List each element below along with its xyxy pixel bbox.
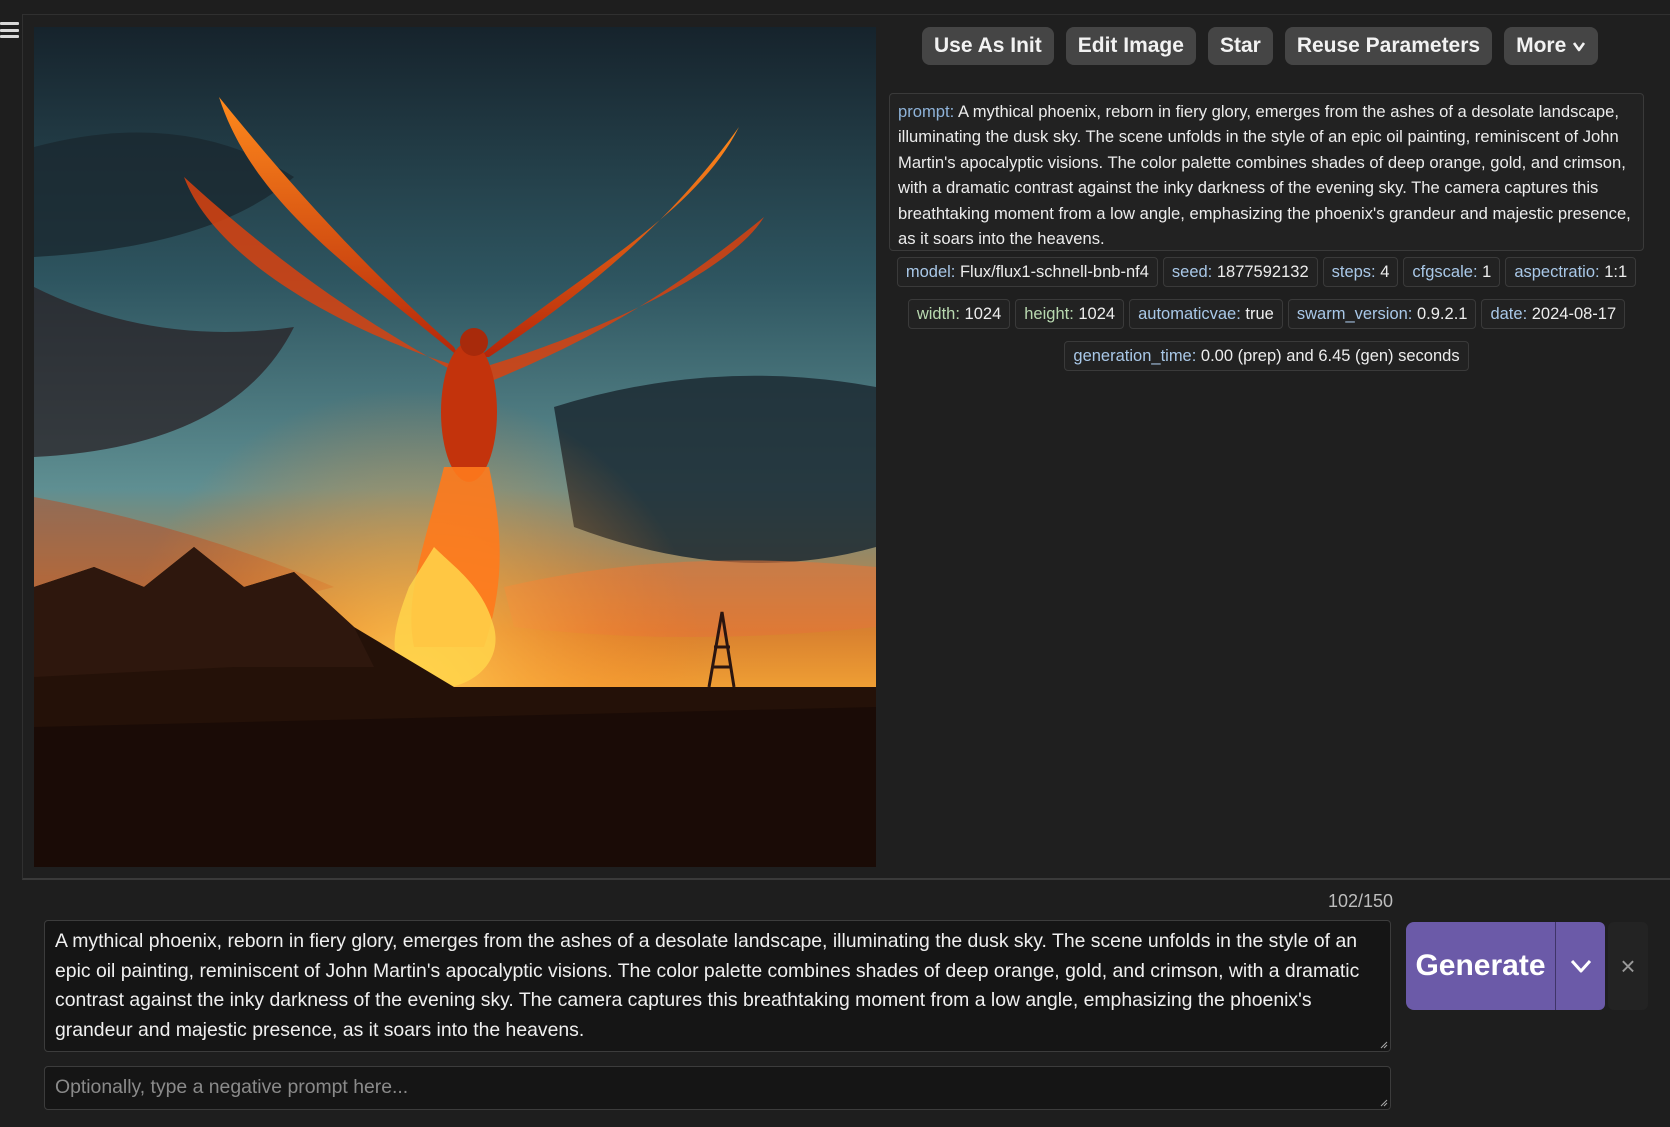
metadata-tag-key: cfgscale: bbox=[1412, 263, 1478, 281]
metadata-tag-key: height: bbox=[1024, 305, 1074, 323]
metadata-tag: automaticvae: true bbox=[1129, 299, 1283, 329]
reuse-parameters-button[interactable]: Reuse Parameters bbox=[1284, 27, 1493, 65]
metadata-tag-key: swarm_version: bbox=[1296, 305, 1413, 323]
metadata-tag-key: automaticvae: bbox=[1138, 305, 1241, 323]
interrupt-close-button[interactable]: × bbox=[1608, 922, 1648, 1010]
metadata-tag-value: 1024 bbox=[1073, 305, 1116, 323]
metadata-tag-key: model: bbox=[905, 263, 956, 281]
chevron-down-icon bbox=[1570, 959, 1591, 973]
generate-options-dropdown[interactable] bbox=[1555, 922, 1605, 1010]
edit-image-button[interactable]: Edit Image bbox=[1065, 27, 1196, 65]
generate-button-group: Generate bbox=[1406, 922, 1605, 1010]
generated-image[interactable] bbox=[34, 27, 876, 867]
metadata-tag-value: Flux/flux1-schnell-bnb-nf4 bbox=[955, 263, 1149, 281]
metadata-tag: aspectratio: 1:1 bbox=[1505, 257, 1637, 287]
more-button[interactable]: More bbox=[1504, 27, 1599, 65]
prompt-textarea-value: A mythical phoenix, reborn in fiery glor… bbox=[55, 930, 1360, 1041]
generate-button[interactable]: Generate bbox=[1406, 922, 1555, 1010]
negative-prompt-textarea[interactable]: Optionally, type a negative prompt here.… bbox=[44, 1066, 1391, 1110]
prompt-textarea[interactable]: A mythical phoenix, reborn in fiery glor… bbox=[44, 920, 1391, 1052]
metadata-tag-key: steps: bbox=[1331, 263, 1376, 281]
metadata-tag: steps: 4 bbox=[1322, 257, 1399, 287]
phoenix-image bbox=[34, 27, 876, 867]
metadata-tag-key: aspectratio: bbox=[1514, 263, 1600, 281]
metadata-tag: width: 1024 bbox=[907, 299, 1011, 329]
metadata-tag-value: 4 bbox=[1375, 263, 1390, 281]
star-button[interactable]: Star bbox=[1207, 27, 1273, 65]
metadata-tag-value: 1877592132 bbox=[1212, 263, 1309, 281]
resize-handle-icon[interactable] bbox=[1378, 1097, 1388, 1107]
more-button-label: More bbox=[1516, 34, 1567, 57]
metadata-tag-key: seed: bbox=[1171, 263, 1213, 281]
token-counter: 102/150 bbox=[1328, 891, 1394, 911]
metadata-tags: model: Flux/flux1-schnell-bnb-nf4 seed: 1… bbox=[889, 257, 1644, 371]
metadata-tag-key: date: bbox=[1490, 305, 1528, 323]
negative-prompt-placeholder: Optionally, type a negative prompt here.… bbox=[55, 1076, 409, 1098]
metadata-tag: date: 2024-08-17 bbox=[1481, 299, 1626, 329]
metadata-tag-key: generation_time: bbox=[1073, 347, 1197, 365]
prompt-key: prompt: bbox=[898, 102, 955, 121]
metadata-tag: seed: 1877592132 bbox=[1162, 257, 1318, 287]
prompt-value: A mythical phoenix, reborn in fiery glor… bbox=[898, 102, 1631, 249]
image-prompt-metadata: prompt: A mythical phoenix, reborn in fi… bbox=[889, 93, 1644, 251]
metadata-tag: generation_time: 0.00 (prep) and 6.45 (g… bbox=[1064, 341, 1469, 371]
metadata-tag: swarm_version: 0.9.2.1 bbox=[1287, 299, 1477, 329]
metadata-tag-value: 2024-08-17 bbox=[1527, 305, 1617, 323]
metadata-tag-value: 1024 bbox=[959, 305, 1002, 323]
metadata-tag-key: width: bbox=[916, 305, 960, 323]
metadata-tag-value: 0.00 (prep) and 6.45 (gen) seconds bbox=[1196, 347, 1460, 365]
metadata-tag-value: true bbox=[1240, 305, 1274, 323]
metadata-tag: cfgscale: 1 bbox=[1403, 257, 1501, 287]
resize-handle-icon[interactable] bbox=[1378, 1039, 1388, 1049]
image-action-toolbar: Use As Init Edit Image Star Reuse Parame… bbox=[922, 27, 1599, 65]
metadata-tag: height: 1024 bbox=[1015, 299, 1125, 329]
hamburger-menu-icon[interactable] bbox=[0, 22, 19, 38]
metadata-tag-value: 1:1 bbox=[1599, 263, 1628, 281]
metadata-tag-value: 0.9.2.1 bbox=[1412, 305, 1468, 323]
use-as-init-button[interactable]: Use As Init bbox=[922, 27, 1054, 65]
chevron-down-icon bbox=[1573, 42, 1586, 52]
metadata-tag-value: 1 bbox=[1477, 263, 1492, 281]
metadata-tag: model: Flux/flux1-schnell-bnb-nf4 bbox=[896, 257, 1158, 287]
